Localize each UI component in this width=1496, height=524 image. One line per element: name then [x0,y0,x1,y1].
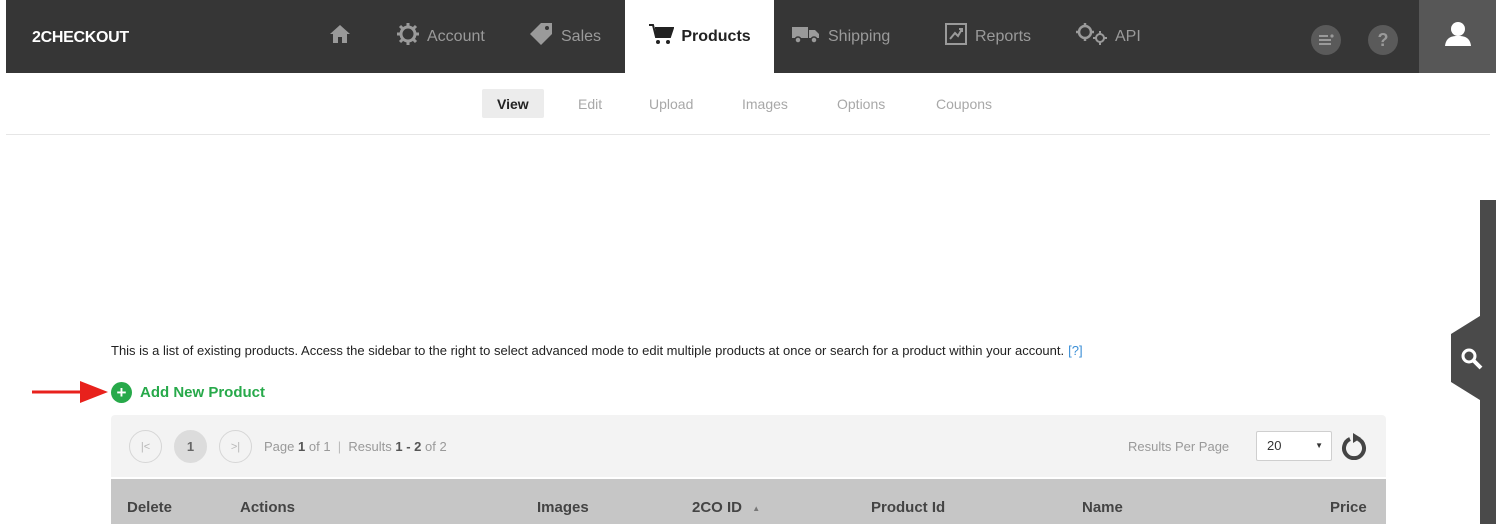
col-2co-id-label: 2CO ID [692,499,743,516]
tag-icon [528,22,554,51]
col-price[interactable]: Price [1330,499,1367,516]
subnav-upload[interactable]: Upload [649,89,693,118]
col-product-id[interactable]: Product Id [871,499,945,516]
pager-separator: | [337,439,342,454]
nav-reports-label: Reports [975,27,1032,45]
notes-button[interactable] [1311,25,1341,55]
subnav-view[interactable]: View [482,89,544,118]
col-images[interactable]: Images [537,499,589,516]
user-menu-button[interactable] [1419,0,1496,73]
nav-products-label: Products [681,27,751,45]
first-page-button[interactable]: |< [129,430,162,463]
intro-message: This is a list of existing products. Acc… [111,343,1065,358]
cart-icon [648,23,675,50]
subnav-options[interactable]: Options [837,89,885,118]
sidebar-search-tab[interactable] [1451,306,1496,410]
current-page-button[interactable]: 1 [174,430,207,463]
nav-api-label: API [1115,27,1141,45]
results-per-page-value: 20 [1267,438,1282,453]
truck-icon [791,24,821,49]
page-number: 1 [298,439,306,454]
annotation-arrow-icon [32,377,108,412]
nav-shipping[interactable]: Shipping [791,0,890,73]
subnav-divider [6,134,1490,135]
page-info: Page 1 of 1 | Results 1 - 2 of 2 [264,439,447,454]
col-name[interactable]: Name [1082,499,1123,516]
add-new-product-label: Add New Product [140,384,266,401]
pager-bar: |< 1 >| Page 1 of 1 | Results 1 - 2 of 2… [111,415,1386,477]
nav-api[interactable]: API [1074,0,1141,73]
refresh-icon [1341,433,1367,464]
help-link[interactable]: [?] [1068,343,1082,358]
brand-logo[interactable]: 2CHECKOUT [32,29,129,47]
gear-icon [396,22,420,51]
refresh-button[interactable] [1341,432,1367,465]
nav-account-label: Account [427,27,485,45]
notes-icon [1318,30,1334,51]
intro-text: This is a list of existing products. Acc… [111,343,1083,358]
nav-sales[interactable]: Sales [528,0,601,73]
subnav-coupons[interactable]: Coupons [936,89,992,118]
subnav-images[interactable]: Images [742,89,788,118]
plus-circle-icon: + [111,382,132,403]
help-icon: ? [1377,29,1389,50]
nav-home[interactable] [329,0,358,73]
search-icon [1461,348,1483,375]
add-new-product-button[interactable]: + Add New Product [111,382,265,403]
results-range: 1 - 2 [395,439,422,454]
products-table-header: Delete Actions Images 2CO ID ▲ Product I… [111,479,1386,524]
page-of: of 1 [308,439,331,454]
results-per-page-label: Results Per Page [1128,439,1230,454]
nav-account[interactable]: Account [396,0,485,73]
subnav-edit[interactable]: Edit [578,89,602,118]
col-actions[interactable]: Actions [240,499,295,516]
nav-products[interactable]: Products [625,0,774,73]
sort-asc-icon: ▲ [752,503,761,513]
gears-icon [1074,22,1108,51]
chart-icon [944,22,968,51]
results-of: of 2 [425,439,447,454]
nav-sales-label: Sales [561,27,602,45]
col-delete[interactable]: Delete [127,499,172,516]
chevron-down-icon: ▼ [1315,441,1323,450]
home-icon [329,24,351,49]
top-nav-bar: 2CHECKOUT Account Sales Products Shippin… [6,0,1496,73]
help-button[interactable]: ? [1368,25,1398,55]
nav-reports[interactable]: Reports [944,0,1031,73]
page-prefix: Page [264,439,295,454]
col-2co-id[interactable]: 2CO ID ▲ [692,499,760,516]
user-icon [1444,21,1472,52]
nav-shipping-label: Shipping [828,27,891,45]
results-prefix: Results [348,439,392,454]
results-per-page-select[interactable]: 20 ▼ [1256,431,1332,461]
last-page-button[interactable]: >| [219,430,252,463]
